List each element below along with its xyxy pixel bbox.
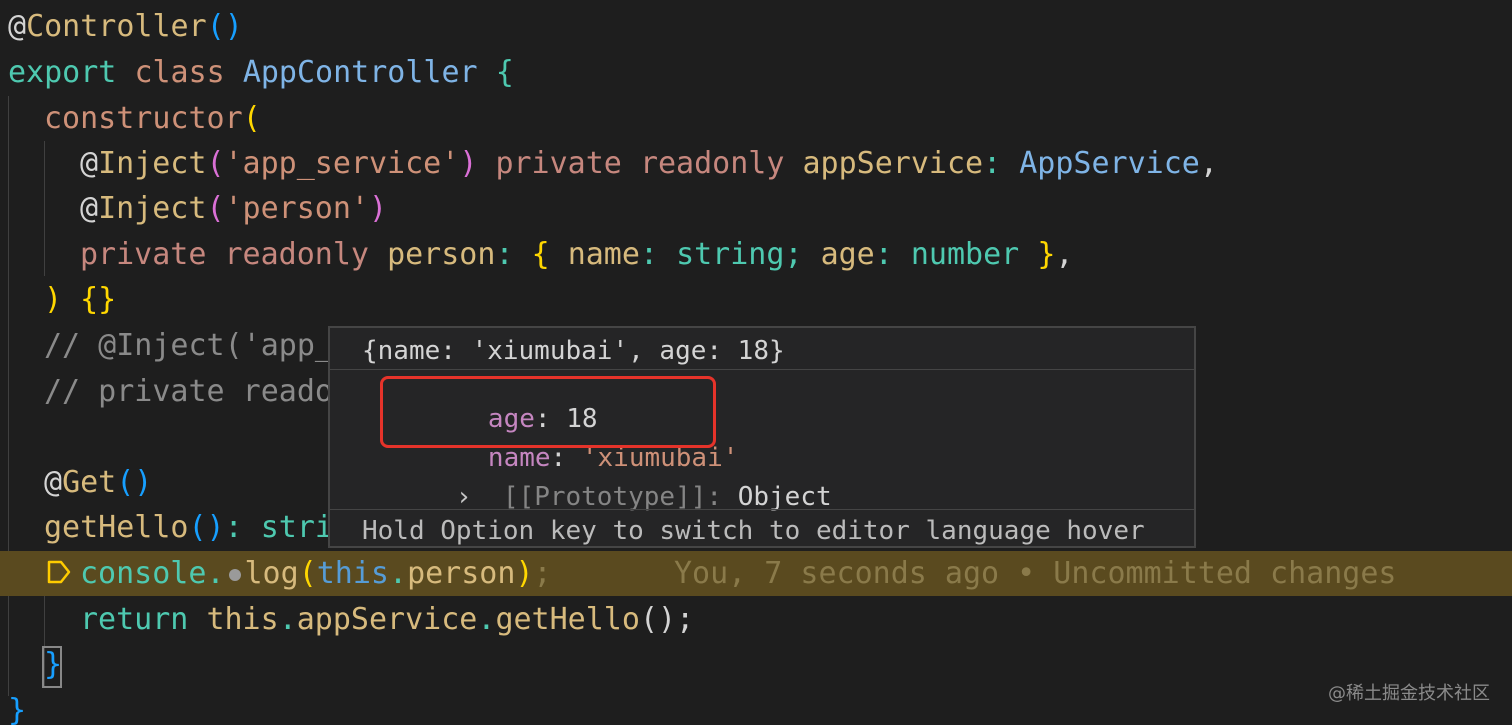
type-name: string bbox=[676, 237, 785, 272]
comment: // @Inject('app_ bbox=[44, 328, 333, 363]
comma: , bbox=[1055, 237, 1074, 272]
git-blame-annotation: You, 7 seconds ago • Uncommitted changes bbox=[674, 556, 1397, 591]
inline-breakpoint-icon[interactable] bbox=[228, 568, 241, 581]
comma: , bbox=[1199, 146, 1218, 181]
type-name: number bbox=[910, 237, 1020, 272]
code-line[interactable]: @Inject('app_service') private readonly … bbox=[0, 141, 1512, 186]
code-line[interactable]: ) {} bbox=[0, 277, 1512, 322]
keyword-readonly: readonly bbox=[639, 146, 785, 181]
semicolon: ; bbox=[533, 556, 552, 591]
keyword-return: return bbox=[80, 602, 189, 637]
method-call: getHello bbox=[495, 602, 640, 637]
parameter-name: person bbox=[387, 237, 496, 272]
decorator-name: Inject bbox=[98, 146, 207, 181]
code-line[interactable]: export class AppController { bbox=[0, 50, 1512, 95]
bracket-match-box bbox=[42, 646, 62, 688]
decorator-at: @ bbox=[8, 9, 27, 44]
colon: : bbox=[874, 237, 893, 272]
string-literal: 'app_service' bbox=[224, 146, 460, 181]
prototype-key: [[Prototype]] bbox=[502, 482, 707, 512]
dot: . bbox=[278, 602, 297, 637]
dot: . bbox=[477, 602, 496, 637]
chevron-right-icon[interactable]: › bbox=[456, 482, 472, 512]
keyword-this: this bbox=[206, 602, 279, 637]
paren: ( bbox=[242, 101, 261, 136]
prototype-value: Object bbox=[737, 482, 832, 512]
dot: . bbox=[206, 556, 225, 591]
paren: () bbox=[188, 510, 225, 545]
decorator-at: @ bbox=[80, 191, 99, 226]
colon: : bbox=[224, 510, 243, 545]
colon: : bbox=[495, 237, 514, 272]
decorator-at: @ bbox=[44, 465, 63, 500]
keyword-export: export bbox=[8, 55, 117, 90]
dot: . bbox=[389, 556, 408, 591]
property-person: person bbox=[407, 556, 516, 591]
brace: { bbox=[531, 237, 550, 272]
type-name: stri bbox=[260, 510, 333, 545]
code-line[interactable]: @Inject('person') bbox=[0, 186, 1512, 231]
string-literal: 'person' bbox=[224, 191, 370, 226]
code-editor[interactable]: @Controller() export class AppController… bbox=[0, 0, 1512, 725]
code-line[interactable]: constructor( bbox=[0, 96, 1512, 141]
paren: ) bbox=[369, 191, 388, 226]
colon: : bbox=[706, 482, 723, 512]
paren: ( bbox=[206, 191, 225, 226]
divider bbox=[330, 369, 1194, 370]
class-name: AppController bbox=[242, 55, 478, 90]
console-ident: console bbox=[80, 556, 207, 591]
keyword-private: private bbox=[80, 237, 207, 272]
colon: : bbox=[983, 146, 1002, 181]
paren: ) bbox=[515, 556, 534, 591]
debug-breakpoint-icon[interactable] bbox=[46, 559, 72, 585]
constructor-close: ) {} bbox=[44, 282, 117, 317]
code-line[interactable]: return this.appService.getHello(); bbox=[0, 597, 1512, 642]
keyword-this: this bbox=[316, 556, 389, 591]
comment: // private reado bbox=[44, 374, 333, 409]
annotation-highlight-box bbox=[380, 376, 716, 448]
decorator-name: Inject bbox=[98, 191, 207, 226]
paren: () bbox=[639, 602, 677, 637]
watermark: @稀土掘金技术社区 bbox=[1328, 683, 1490, 704]
log-method: log bbox=[244, 556, 299, 591]
keyword-readonly: readonly bbox=[224, 237, 370, 272]
code-line[interactable]: @Controller() bbox=[0, 4, 1512, 49]
property-key: name bbox=[567, 237, 640, 272]
hover-value-summary: {name: 'xiumubai', age: 18} bbox=[362, 336, 785, 366]
decorator-name: Controller bbox=[26, 9, 207, 44]
type-name: AppService bbox=[1019, 146, 1200, 181]
paren: () bbox=[206, 9, 243, 44]
semicolon: ; bbox=[784, 237, 803, 272]
paren: () bbox=[116, 465, 153, 500]
paren: ( bbox=[206, 146, 225, 181]
decorator-at: @ bbox=[80, 146, 99, 181]
semicolon: ; bbox=[676, 602, 695, 637]
class-close-brace: } bbox=[8, 693, 27, 725]
paren: ) bbox=[459, 146, 478, 181]
code-line[interactable]: } bbox=[0, 642, 1512, 688]
divider bbox=[330, 509, 1194, 510]
decorator-name: Get bbox=[62, 465, 117, 500]
keyword-class: class bbox=[134, 55, 225, 90]
property-key: age bbox=[820, 237, 875, 272]
current-line[interactable]: console. log(this.person); You, 7 seconds… bbox=[0, 551, 1512, 596]
paren: ( bbox=[298, 556, 317, 591]
code-line[interactable]: } bbox=[0, 688, 1512, 725]
keyword-private: private bbox=[495, 146, 622, 181]
code-line[interactable]: private readonly person: { name: string;… bbox=[0, 232, 1512, 277]
parameter-name: appService bbox=[802, 146, 984, 181]
brace: } bbox=[1037, 237, 1056, 272]
brace: { bbox=[495, 55, 514, 90]
hover-hint: Hold Option key to switch to editor lang… bbox=[362, 516, 1145, 546]
constructor-keyword: constructor bbox=[44, 101, 243, 136]
method-name: getHello bbox=[44, 510, 189, 545]
colon: : bbox=[639, 237, 658, 272]
property-appservice: appService bbox=[296, 602, 478, 637]
